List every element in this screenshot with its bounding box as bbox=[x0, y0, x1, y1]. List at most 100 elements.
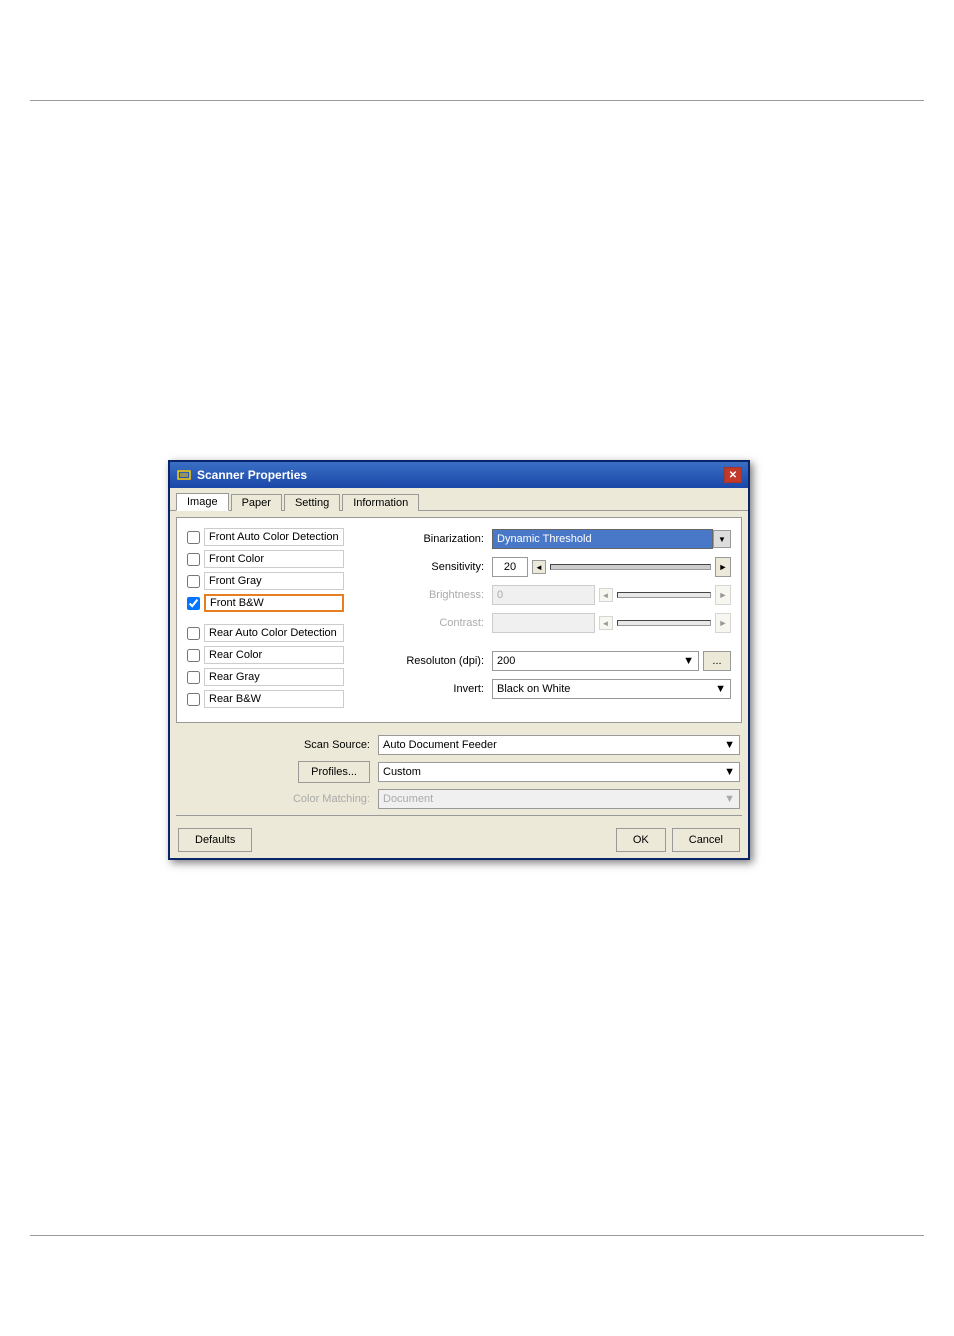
invert-control: Black on White ▼ bbox=[492, 679, 731, 699]
title-bar-left: Scanner Properties bbox=[176, 467, 307, 483]
contrast-row: Contrast: ◄ ► bbox=[382, 612, 731, 634]
bottom-section: Scan Source: Auto Document Feeder ▼ Prof… bbox=[170, 729, 748, 809]
brightness-slider bbox=[617, 592, 712, 598]
binarization-dropdown[interactable]: Dynamic Threshold bbox=[492, 529, 713, 549]
cancel-button[interactable]: Cancel bbox=[672, 828, 740, 852]
ok-button[interactable]: OK bbox=[616, 828, 666, 852]
profiles-row: Profiles... Custom ▼ bbox=[178, 761, 740, 783]
resolution-dropdown[interactable]: 200 ▼ bbox=[492, 651, 699, 671]
profiles-dropdown[interactable]: Custom ▼ bbox=[378, 762, 740, 782]
binarization-dropdown-wrapper: Dynamic Threshold ▼ bbox=[492, 529, 731, 549]
front-color-label[interactable]: Front Color bbox=[204, 550, 344, 568]
tab-bar: Image Paper Setting Information bbox=[170, 488, 748, 511]
rear-auto-color-label[interactable]: Rear Auto Color Detection bbox=[204, 624, 344, 642]
scan-source-label: Scan Source: bbox=[178, 739, 378, 751]
left-panel: Front Auto Color Detection Front Color F… bbox=[187, 528, 372, 712]
front-color-checkbox[interactable] bbox=[187, 553, 200, 566]
profiles-button[interactable]: Profiles... bbox=[298, 761, 370, 783]
contrast-slider bbox=[617, 620, 712, 626]
binarization-label: Binarization: bbox=[382, 533, 492, 545]
rear-gray-item: Rear Gray bbox=[187, 668, 372, 686]
contrast-increase-btn: ► bbox=[715, 613, 731, 633]
brightness-label: Brightness: bbox=[382, 589, 492, 601]
dialog-footer: Defaults OK Cancel bbox=[170, 822, 748, 858]
binarization-row: Binarization: Dynamic Threshold ▼ bbox=[382, 528, 731, 550]
color-matching-dropdown: Document ▼ bbox=[378, 789, 740, 809]
resolution-control: 200 ▼ ... bbox=[492, 651, 731, 671]
rear-bw-checkbox[interactable] bbox=[187, 693, 200, 706]
sensitivity-decrease-btn[interactable]: ◄ bbox=[532, 560, 546, 574]
rear-gray-checkbox[interactable] bbox=[187, 671, 200, 684]
resolution-dots-btn[interactable]: ... bbox=[703, 651, 731, 671]
resolution-label: Resoluton (dpi): bbox=[382, 655, 492, 667]
rear-auto-color-checkbox[interactable] bbox=[187, 627, 200, 640]
spacer bbox=[382, 640, 731, 650]
rear-bw-label[interactable]: Rear B&W bbox=[204, 690, 344, 708]
invert-label: Invert: bbox=[382, 683, 492, 695]
tab-image[interactable]: Image bbox=[176, 493, 229, 511]
footer-right: OK Cancel bbox=[616, 828, 740, 852]
right-panel: Binarization: Dynamic Threshold ▼ bbox=[382, 528, 731, 712]
front-gray-item: Front Gray bbox=[187, 572, 372, 590]
front-gray-checkbox[interactable] bbox=[187, 575, 200, 588]
invert-dropdown[interactable]: Black on White ▼ bbox=[492, 679, 731, 699]
top-rule bbox=[30, 100, 924, 101]
front-bw-item: Front B&W bbox=[187, 594, 372, 612]
dialog-title: Scanner Properties bbox=[197, 468, 307, 482]
rear-color-label[interactable]: Rear Color bbox=[204, 646, 344, 664]
scan-source-row: Scan Source: Auto Document Feeder ▼ bbox=[178, 735, 740, 755]
dialog-content: Front Auto Color Detection Front Color F… bbox=[176, 517, 742, 723]
brightness-row: Brightness: 0 ◄ ► bbox=[382, 584, 731, 606]
scan-source-control: Auto Document Feeder ▼ bbox=[378, 735, 740, 755]
scanner-properties-dialog: Scanner Properties ✕ Image Paper Setting… bbox=[168, 460, 750, 860]
panels-row: Front Auto Color Detection Front Color F… bbox=[187, 528, 731, 712]
color-matching-control: Document ▼ bbox=[378, 789, 740, 809]
rear-gray-label[interactable]: Rear Gray bbox=[204, 668, 344, 686]
contrast-label: Contrast: bbox=[382, 617, 492, 629]
profiles-control: Custom ▼ bbox=[378, 762, 740, 782]
scanner-icon bbox=[176, 467, 192, 483]
brightness-value: 0 bbox=[492, 585, 595, 605]
front-color-item: Front Color bbox=[187, 550, 372, 568]
rear-color-checkbox[interactable] bbox=[187, 649, 200, 662]
sensitivity-label: Sensitivity: bbox=[382, 561, 492, 573]
binarization-dropdown-arrow[interactable]: ▼ bbox=[713, 530, 731, 548]
color-matching-label: Color Matching: bbox=[178, 793, 378, 805]
sensitivity-control: 20 ◄ ► bbox=[492, 557, 731, 577]
defaults-button[interactable]: Defaults bbox=[178, 828, 252, 852]
brightness-decrease-btn: ◄ bbox=[599, 588, 613, 602]
rear-bw-item: Rear B&W bbox=[187, 690, 372, 708]
resolution-row: Resoluton (dpi): 200 ▼ ... bbox=[382, 650, 731, 672]
sensitivity-row: Sensitivity: 20 ◄ ► bbox=[382, 556, 731, 578]
brightness-control: 0 ◄ ► bbox=[492, 585, 731, 605]
tab-information[interactable]: Information bbox=[342, 494, 419, 511]
rear-color-item: Rear Color bbox=[187, 646, 372, 664]
front-bw-label[interactable]: Front B&W bbox=[204, 594, 344, 612]
binarization-control: Dynamic Threshold ▼ bbox=[492, 529, 731, 549]
profiles-label-cell: Profiles... bbox=[178, 761, 378, 783]
tab-paper[interactable]: Paper bbox=[231, 494, 282, 511]
section-gap bbox=[187, 616, 372, 624]
contrast-value bbox=[492, 613, 595, 633]
tab-setting[interactable]: Setting bbox=[284, 494, 340, 511]
bottom-rule bbox=[30, 1235, 924, 1236]
front-auto-color-checkbox[interactable] bbox=[187, 531, 200, 544]
contrast-decrease-btn: ◄ bbox=[599, 616, 613, 630]
scan-source-dropdown[interactable]: Auto Document Feeder ▼ bbox=[378, 735, 740, 755]
title-bar: Scanner Properties ✕ bbox=[170, 462, 748, 488]
contrast-control: ◄ ► bbox=[492, 613, 731, 633]
invert-row: Invert: Black on White ▼ bbox=[382, 678, 731, 700]
front-gray-label[interactable]: Front Gray bbox=[204, 572, 344, 590]
rear-auto-color-item: Rear Auto Color Detection bbox=[187, 624, 372, 642]
front-auto-color-label[interactable]: Front Auto Color Detection bbox=[204, 528, 344, 546]
brightness-increase-btn: ► bbox=[715, 585, 731, 605]
page-background: Scanner Properties ✕ Image Paper Setting… bbox=[0, 0, 954, 1336]
close-button[interactable]: ✕ bbox=[724, 467, 742, 483]
sensitivity-value-box[interactable]: 20 bbox=[492, 557, 528, 577]
front-auto-color-item: Front Auto Color Detection bbox=[187, 528, 372, 546]
sensitivity-increase-btn[interactable]: ► bbox=[715, 557, 731, 577]
sensitivity-slider[interactable] bbox=[550, 564, 711, 570]
color-matching-row: Color Matching: Document ▼ bbox=[178, 789, 740, 809]
footer-divider bbox=[176, 815, 742, 816]
front-bw-checkbox[interactable] bbox=[187, 597, 200, 610]
